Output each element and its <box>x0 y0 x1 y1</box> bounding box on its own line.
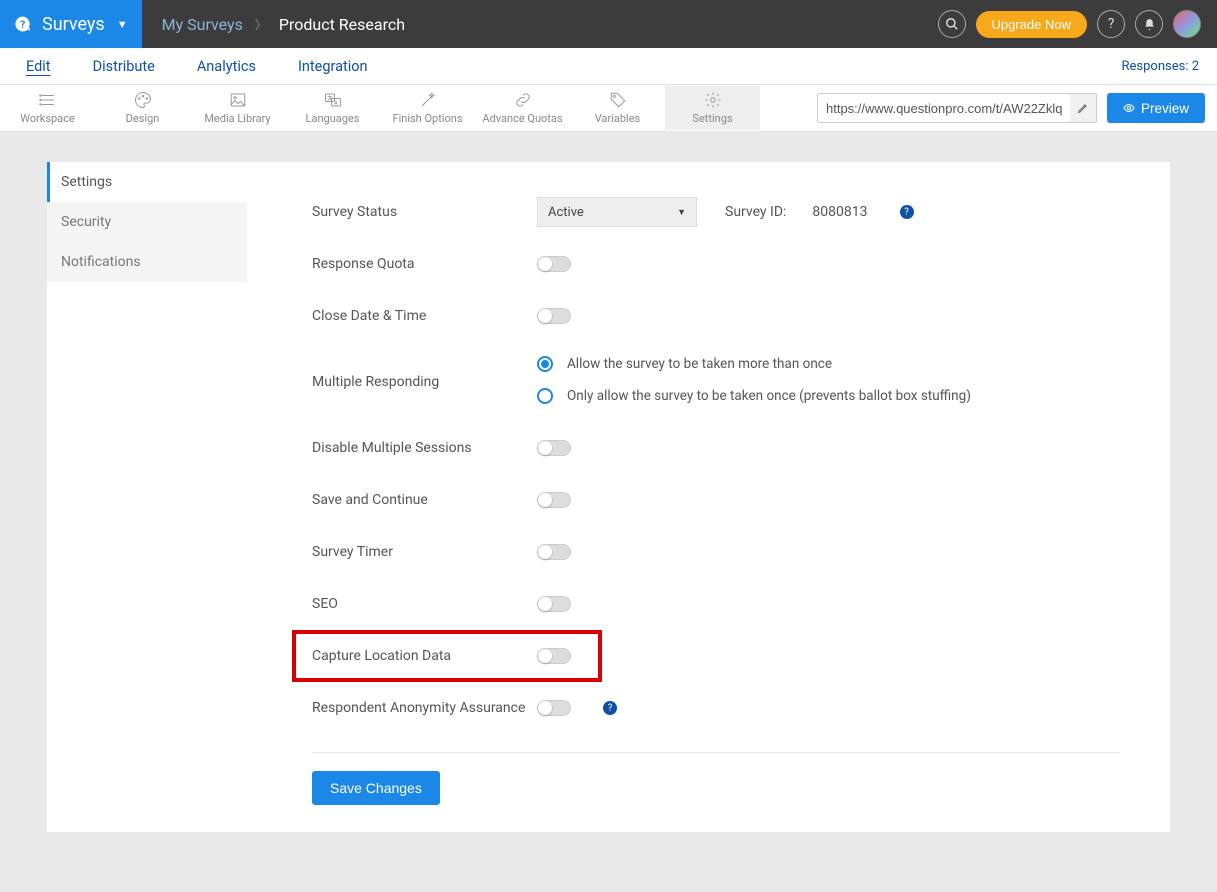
radio-only-once[interactable]: Only allow the survey to be taken once (… <box>537 388 971 404</box>
top-bar: ? Surveys ▼ My Surveys 〉 Product Researc… <box>0 0 1217 48</box>
palette-icon <box>95 91 190 109</box>
row-anonymity: Respondent Anonymity Assurance ? <box>312 682 1120 734</box>
upgrade-button[interactable]: Upgrade Now <box>976 11 1088 38</box>
close-label: Close Date & Time <box>312 308 537 324</box>
help-icon[interactable]: ? <box>900 205 914 219</box>
radio-icon <box>537 388 553 404</box>
breadcrumb: My Surveys 〉 Product Research <box>142 15 425 34</box>
chevron-right-icon: 〉 <box>255 16 267 33</box>
languages-icon: 文A <box>285 91 380 109</box>
row-save-continue: Save and Continue <box>312 474 1120 526</box>
breadcrumb-current: Product Research <box>279 15 405 34</box>
sidenav-settings[interactable]: Settings <box>47 162 247 202</box>
chevron-down-icon: ▼ <box>117 18 128 31</box>
timer-label: Survey Timer <box>312 544 537 560</box>
divider <box>312 752 1120 753</box>
content-area: Settings Security Notifications Survey S… <box>0 132 1217 892</box>
toggle-seo[interactable] <box>537 596 571 612</box>
seo-label: SEO <box>312 596 537 612</box>
row-status: Survey Status Active ▼ Survey ID: 808081… <box>312 186 1120 238</box>
toggle-quota[interactable] <box>537 256 571 272</box>
caret-down-icon: ▼ <box>677 207 686 218</box>
tab-integration[interactable]: Integration <box>286 50 380 83</box>
tool-media[interactable]: Media Library <box>190 86 285 130</box>
settings-panel: Settings Security Notifications Survey S… <box>47 162 1170 832</box>
notifications-icon[interactable] <box>1135 10 1163 38</box>
tag-icon <box>570 91 665 109</box>
status-select[interactable]: Active ▼ <box>537 197 697 227</box>
row-quota: Response Quota <box>312 238 1120 290</box>
sessions-label: Disable Multiple Sessions <box>312 440 537 456</box>
brand-logo-icon: ? <box>14 15 32 33</box>
link-icon <box>475 91 570 109</box>
row-seo: SEO <box>312 578 1120 630</box>
radio-icon <box>537 356 553 372</box>
help-icon[interactable]: ? <box>1097 10 1125 38</box>
row-close: Close Date & Time <box>312 290 1120 342</box>
tool-finish[interactable]: Finish Options <box>380 86 475 130</box>
anonymity-label: Respondent Anonymity Assurance <box>312 700 537 716</box>
toggle-location[interactable] <box>537 648 571 664</box>
breadcrumb-root[interactable]: My Surveys <box>162 15 243 34</box>
row-sessions: Disable Multiple Sessions <box>312 422 1120 474</box>
tool-variables[interactable]: Variables <box>570 86 665 130</box>
toolbar: Workspace Design Media Library 文A Langua… <box>0 85 1217 132</box>
edit-url-button[interactable] <box>1070 94 1096 122</box>
workspace-icon <box>0 91 95 109</box>
wand-icon <box>380 91 475 109</box>
row-multiple-responding: Multiple Responding Allow the survey to … <box>312 352 1120 408</box>
tool-settings[interactable]: Settings <box>665 86 760 130</box>
survey-id-value: 8080813 <box>812 204 867 220</box>
row-timer: Survey Timer <box>312 526 1120 578</box>
survey-url-input[interactable] <box>818 101 1070 116</box>
image-icon <box>190 91 285 109</box>
svg-text:文: 文 <box>327 94 332 101</box>
responses-count[interactable]: Responses: 2 <box>1122 59 1204 74</box>
survey-id-label: Survey ID: <box>725 204 786 220</box>
multi-label: Multiple Responding <box>312 352 537 390</box>
toggle-sessions[interactable] <box>537 440 571 456</box>
side-nav: Settings Security Notifications <box>47 162 247 832</box>
form-area: Survey Status Active ▼ Survey ID: 808081… <box>247 162 1170 832</box>
preview-button[interactable]: Preview <box>1107 93 1205 123</box>
main-tabs: Edit Distribute Analytics Integration Re… <box>0 48 1217 85</box>
search-icon[interactable] <box>938 10 966 38</box>
tab-edit[interactable]: Edit <box>14 50 63 83</box>
radio-allow-multiple[interactable]: Allow the survey to be taken more than o… <box>537 356 971 372</box>
tool-workspace[interactable]: Workspace <box>0 86 95 130</box>
location-label: Capture Location Data <box>312 648 537 664</box>
tab-analytics[interactable]: Analytics <box>185 50 268 83</box>
user-avatar[interactable] <box>1173 10 1201 38</box>
save-continue-label: Save and Continue <box>312 492 537 508</box>
status-label: Survey Status <box>312 204 537 220</box>
svg-text:?: ? <box>20 18 25 31</box>
eye-icon <box>1123 102 1135 114</box>
sidenav-notifications[interactable]: Notifications <box>47 242 247 282</box>
tab-distribute[interactable]: Distribute <box>81 50 167 83</box>
gear-icon <box>665 91 760 109</box>
brand-menu[interactable]: ? Surveys ▼ <box>0 0 142 48</box>
toggle-close[interactable] <box>537 308 571 324</box>
tool-languages[interactable]: 文A Languages <box>285 86 380 130</box>
toggle-timer[interactable] <box>537 544 571 560</box>
toggle-anonymity[interactable] <box>537 700 571 716</box>
top-right-controls: Upgrade Now ? <box>922 10 1217 38</box>
quota-label: Response Quota <box>312 256 537 272</box>
toggle-save-continue[interactable] <box>537 492 571 508</box>
save-changes-button[interactable]: Save Changes <box>312 771 440 805</box>
row-location: Capture Location Data <box>292 630 602 682</box>
help-icon[interactable]: ? <box>603 701 617 715</box>
multi-radio-group: Allow the survey to be taken more than o… <box>537 352 971 408</box>
brand-name: Surveys <box>42 14 105 35</box>
tool-design[interactable]: Design <box>95 86 190 130</box>
svg-text:A: A <box>334 101 337 107</box>
tool-quotas[interactable]: Advance Quotas <box>475 86 570 130</box>
sidenav-security[interactable]: Security <box>47 202 247 242</box>
survey-url-box <box>817 93 1097 123</box>
